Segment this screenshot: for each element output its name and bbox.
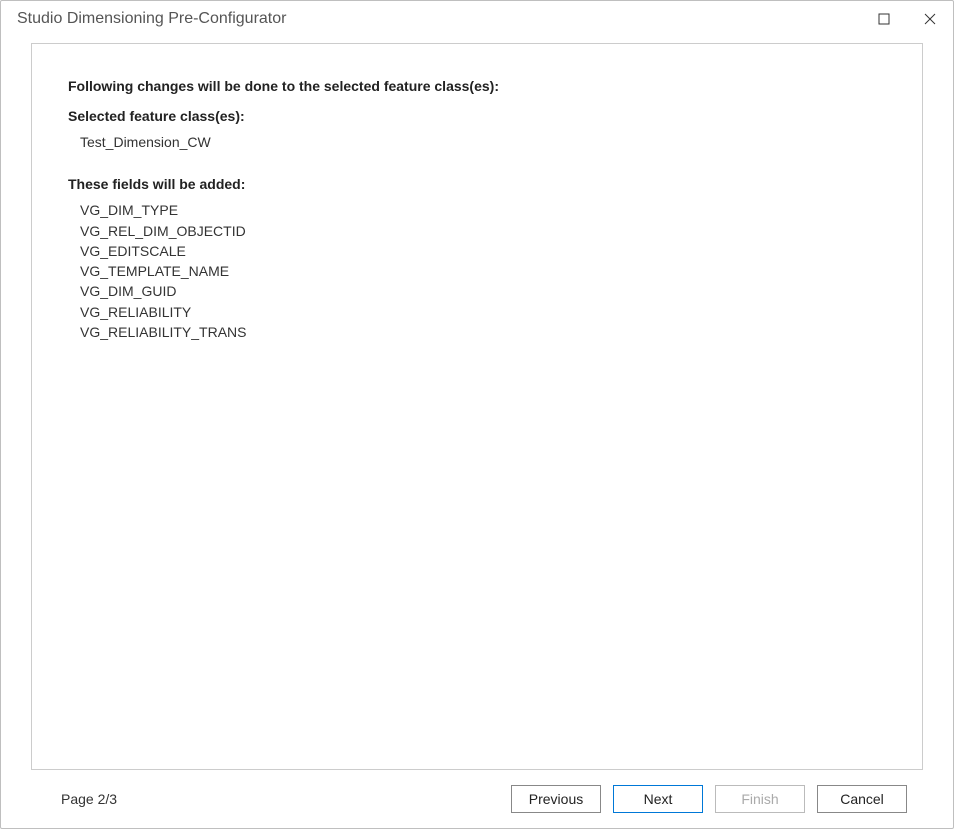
list-item: VG_RELIABILITY_TRANS [80,322,886,342]
fields-added-list: VG_DIM_TYPEVG_REL_DIM_OBJECTIDVG_EDITSCA… [80,200,886,342]
list-item: VG_EDITSCALE [80,241,886,261]
list-item: Test_Dimension_CW [80,132,886,152]
list-item: VG_RELIABILITY [80,302,886,322]
close-button[interactable] [907,1,953,37]
close-icon [924,13,936,25]
content-panel: Following changes will be done to the se… [31,43,923,770]
list-item: VG_REL_DIM_OBJECTID [80,221,886,241]
content-area: Following changes will be done to the se… [1,37,953,828]
wizard-footer: Page 2/3 Previous Next Finish Cancel [31,770,923,828]
selected-feature-classes-label: Selected feature class(es): [68,108,886,124]
cancel-button[interactable]: Cancel [817,785,907,813]
intro-heading: Following changes will be done to the se… [68,78,886,94]
dialog-window: Studio Dimensioning Pre-Configurator Fol… [0,0,954,829]
maximize-icon [878,13,890,25]
footer-buttons: Previous Next Finish Cancel [511,785,909,813]
page-indicator: Page 2/3 [45,791,117,807]
list-item: VG_DIM_TYPE [80,200,886,220]
list-item: VG_DIM_GUID [80,281,886,301]
window-controls [861,1,953,37]
previous-button[interactable]: Previous [511,785,601,813]
maximize-button[interactable] [861,1,907,37]
next-button[interactable]: Next [613,785,703,813]
titlebar: Studio Dimensioning Pre-Configurator [1,1,953,37]
finish-button: Finish [715,785,805,813]
selected-feature-classes-list: Test_Dimension_CW [80,132,886,152]
list-item: VG_TEMPLATE_NAME [80,261,886,281]
window-title: Studio Dimensioning Pre-Configurator [17,10,286,28]
fields-added-label: These fields will be added: [68,176,886,192]
